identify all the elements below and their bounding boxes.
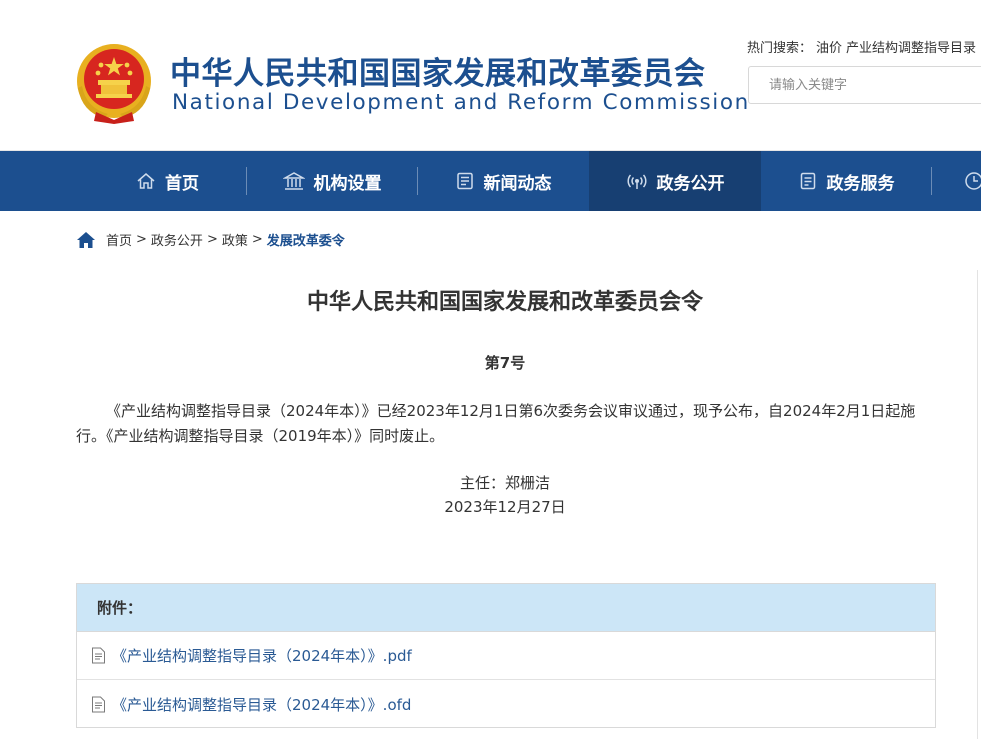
attachment-link-pdf[interactable]: 《产业结构调整指导目录（2024年本）》.pdf <box>77 632 935 680</box>
breadcrumb-policy[interactable]: 政策 <box>222 230 248 249</box>
hot-search: 热门搜索： 油价 产业结构调整指导目录 <box>747 40 981 58</box>
nav-item-government-affairs[interactable]: 政务公开 <box>589 151 761 211</box>
breadcrumb-separator: > <box>136 232 147 247</box>
broadcast-icon <box>626 174 647 189</box>
main-nav: 首页 机构设置 新闻动态 政务公开 政务服务 <box>0 151 981 211</box>
nav-divider <box>931 167 932 195</box>
attachments-heading: 附件： <box>77 584 935 632</box>
nav-item-services[interactable]: 政务服务 <box>761 151 931 211</box>
search-box <box>748 66 981 104</box>
nav-item-label: 政务公开 <box>656 173 725 194</box>
article-body: 《产业结构调整指导目录（2024年本）》已经2023年12月1日第6次委务会议审… <box>76 402 916 445</box>
breadcrumb-home[interactable]: 首页 <box>106 230 132 249</box>
hot-search-label: 热门搜索： <box>747 41 813 56</box>
nav-item-news[interactable]: 新闻动态 <box>418 151 588 211</box>
page-title: 中华人民共和国国家发展和改革委员会令 <box>306 290 703 315</box>
home-icon[interactable] <box>76 231 96 249</box>
breadcrumb-separator: > <box>206 232 218 247</box>
newspaper-icon <box>456 172 473 190</box>
nav-item-label: 首页 <box>165 173 199 194</box>
breadcrumb-current[interactable]: 发展改革委令 <box>267 230 345 249</box>
national-emblem-icon[interactable] <box>74 42 154 124</box>
hot-search-link-oil-price[interactable]: 油价 <box>816 41 842 56</box>
file-icon <box>92 647 105 664</box>
site-title-chinese[interactable]: 中华人民共和国国家发展和改革委员会 <box>170 54 706 94</box>
attachment-filename: 《产业结构调整指导目录（2024年本）》.pdf <box>112 647 412 665</box>
attachments-panel: 附件： 《产业结构调整指导目录（2024年本）》.pdf 《产业结构调整指导目录… <box>76 583 936 728</box>
site-title-english[interactable]: National Development and Reform Commissi… <box>172 90 750 116</box>
building-icon <box>282 172 305 190</box>
file-icon <box>92 696 105 712</box>
document-icon <box>800 172 815 190</box>
nav-item-label: 政务服务 <box>826 173 895 194</box>
nav-item-organization[interactable]: 机构设置 <box>247 151 417 211</box>
site-header: 中华人民共和国国家发展和改革委员会 National Development a… <box>0 0 981 151</box>
clock-icon[interactable] <box>964 171 981 191</box>
nav-item-label: 机构设置 <box>313 173 382 194</box>
attachment-link-ofd[interactable]: 《产业结构调整指导目录（2024年本）》.ofd <box>77 680 935 728</box>
signer: 主任：郑栅洁 <box>459 474 550 492</box>
breadcrumb-separator: > <box>251 232 263 247</box>
nav-item-label: 新闻动态 <box>483 173 552 194</box>
order-number: 第7号 <box>484 354 526 372</box>
hot-search-link-catalogue[interactable]: 产业结构调整指导目录 <box>846 41 976 56</box>
breadcrumb: 首页 > 政务公开 > 政策 > 发展改革委令 <box>76 230 345 249</box>
nav-item-home[interactable]: 首页 <box>90 151 245 211</box>
home-icon <box>137 173 155 189</box>
attachment-filename: 《产业结构调整指导目录（2024年本）》.ofd <box>112 695 412 714</box>
publish-date: 2023年12月27日 <box>444 498 566 516</box>
breadcrumb-government-affairs[interactable]: 政务公开 <box>151 230 203 249</box>
search-input[interactable] <box>749 67 981 103</box>
